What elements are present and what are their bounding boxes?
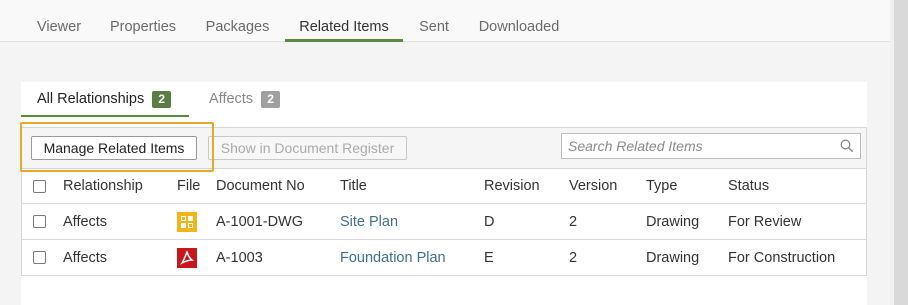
- show-in-document-register-button[interactable]: Show in Document Register: [208, 136, 407, 160]
- tab-sent[interactable]: Sent: [408, 0, 460, 42]
- title-link[interactable]: Foundation Plan: [340, 240, 446, 275]
- revision-cell: D: [484, 213, 495, 230]
- row-select-cell: [33, 240, 46, 275]
- relationship-cell: Affects: [63, 213, 108, 230]
- row-checkbox[interactable]: [33, 215, 46, 228]
- subtab-affects[interactable]: Affects 2: [209, 82, 281, 116]
- table-row[interactable]: Affects A-1003 Foundation Plan E 2 Drawi…: [22, 240, 866, 276]
- search-icon[interactable]: [840, 139, 854, 153]
- col-header-document-no[interactable]: Document No: [216, 169, 305, 203]
- tab-viewer[interactable]: Viewer: [24, 0, 94, 42]
- select-all-cell: [33, 169, 46, 203]
- file-cell: [177, 204, 197, 239]
- search-input[interactable]: [562, 138, 832, 154]
- row-checkbox[interactable]: [33, 251, 46, 264]
- related-items-panel: All Relationships 2 Affects 2 Manage Rel…: [21, 82, 867, 305]
- row-select-cell: [33, 204, 46, 239]
- document-no-cell: A-1003: [216, 249, 263, 266]
- revision-cell: E: [484, 249, 494, 266]
- type-cell: Drawing: [646, 213, 700, 230]
- title-link[interactable]: Site Plan: [340, 204, 398, 239]
- col-header-version[interactable]: Version: [569, 169, 617, 203]
- file-cell: [177, 240, 197, 275]
- type-cell: Drawing: [646, 249, 700, 266]
- relationship-cell: Affects: [63, 249, 108, 266]
- manage-button-highlight: [20, 122, 214, 172]
- tab-properties[interactable]: Properties: [100, 0, 186, 42]
- related-items-table: Relationship File Document No Title Revi…: [21, 169, 867, 276]
- search-related-items[interactable]: [561, 133, 861, 159]
- col-header-title[interactable]: Title: [340, 169, 367, 203]
- active-subtab-indicator: [21, 115, 189, 117]
- col-header-status[interactable]: Status: [728, 169, 769, 203]
- document-no-cell: A-1001-DWG: [216, 213, 304, 230]
- top-tab-bar: Viewer Properties Packages Related Items…: [0, 0, 890, 42]
- version-cell: 2: [569, 249, 578, 266]
- count-badge: 2: [261, 90, 281, 108]
- table-row[interactable]: Affects A-1001-DWG Site Plan D 2 Drawing…: [22, 204, 866, 240]
- vertical-scrollbar[interactable]: [894, 0, 908, 305]
- version-cell: 2: [569, 213, 578, 230]
- tab-packages[interactable]: Packages: [195, 0, 280, 42]
- drawing-file-icon[interactable]: [177, 211, 197, 232]
- status-cell: For Review: [728, 213, 802, 230]
- table-header-row: Relationship File Document No Title Revi…: [22, 169, 866, 204]
- tab-downloaded[interactable]: Downloaded: [468, 0, 570, 42]
- select-all-checkbox[interactable]: [33, 179, 46, 193]
- status-cell: For Construction: [728, 249, 836, 266]
- subtab-all-relationships[interactable]: All Relationships 2: [37, 82, 172, 116]
- subtab-affects-label: Affects: [209, 91, 254, 107]
- pdf-file-icon[interactable]: [177, 247, 197, 268]
- col-header-file[interactable]: File: [177, 169, 200, 203]
- col-header-revision[interactable]: Revision: [484, 169, 540, 203]
- tab-related-items[interactable]: Related Items: [285, 0, 403, 42]
- subtab-all-label: All Relationships: [37, 91, 145, 107]
- col-header-type[interactable]: Type: [646, 169, 677, 203]
- col-header-relationship[interactable]: Relationship: [63, 169, 143, 203]
- count-badge: 2: [152, 90, 172, 108]
